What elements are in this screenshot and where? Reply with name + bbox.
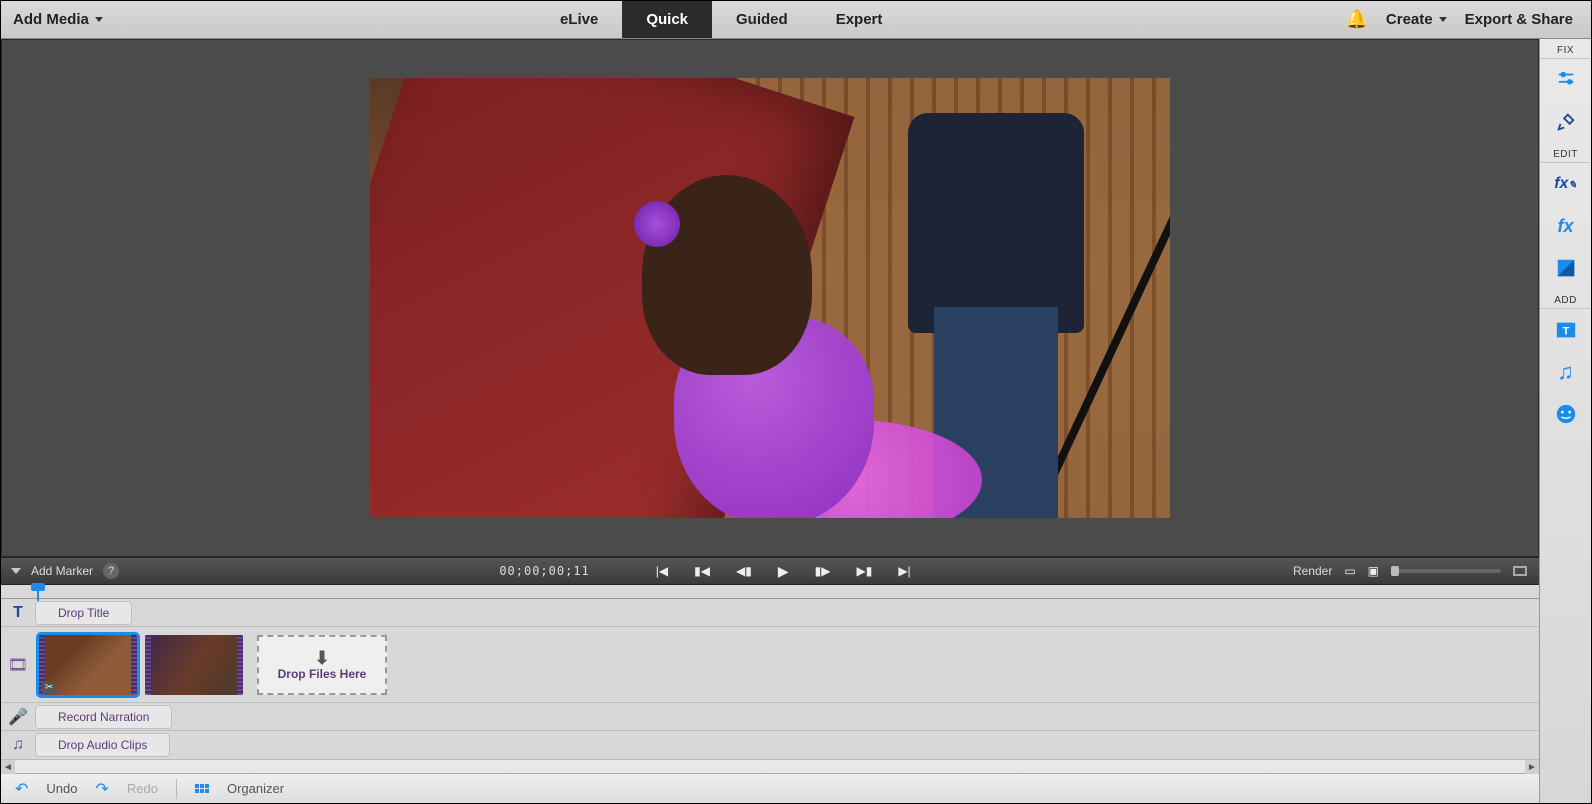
fx-icon[interactable]: fx	[1547, 205, 1585, 247]
scroll-right-arrow-icon[interactable]: ►	[1525, 760, 1539, 774]
transport-bar: Add Marker ? 00;00;00;11 |◀ ▮◀ ◀▮ ▶ ▮▶ ▶…	[1, 557, 1539, 585]
goto-end-button[interactable]: ▶|	[898, 564, 910, 578]
drop-files-zone[interactable]: ⬇ Drop Files Here	[257, 635, 387, 695]
goto-start-button[interactable]: |◀	[656, 564, 668, 578]
tools-icon[interactable]	[1547, 101, 1585, 143]
drop-audio-zone[interactable]: Drop Audio Clips	[35, 733, 170, 757]
viewer-column: Add Marker ? 00;00;00;11 |◀ ▮◀ ◀▮ ▶ ▮▶ ▶…	[1, 39, 1539, 803]
add-media-menu[interactable]: Add Media	[13, 11, 103, 28]
mode-elive[interactable]: eLive	[536, 1, 622, 38]
preview-monitor[interactable]	[1, 39, 1539, 557]
export-share-button[interactable]: Export & Share	[1465, 11, 1573, 28]
add-media-label: Add Media	[13, 11, 89, 28]
graphics-smiley-icon[interactable]	[1547, 393, 1585, 435]
transitions-icon[interactable]	[1547, 247, 1585, 289]
scroll-left-arrow-icon[interactable]: ◄	[1, 760, 15, 774]
mode-quick[interactable]: Quick	[622, 1, 712, 38]
svg-text:T: T	[1562, 326, 1569, 338]
titles-icon[interactable]: T	[1547, 309, 1585, 351]
loop-icon[interactable]: ▣	[1368, 564, 1379, 578]
fullscreen-icon[interactable]	[1513, 566, 1527, 576]
top-menubar: Add Media eLive Quick Guided Expert 🔔 Cr…	[1, 1, 1591, 39]
mode-guided[interactable]: Guided	[712, 1, 812, 38]
caret-down-icon	[95, 17, 103, 22]
export-label: Export & Share	[1465, 11, 1573, 28]
safe-margins-icon[interactable]: ▭	[1344, 564, 1355, 578]
organizer-grid-icon[interactable]	[195, 784, 209, 793]
redo-icon[interactable]: ↷	[95, 779, 108, 799]
music-icon[interactable]: ♫	[1547, 351, 1585, 393]
redo-button[interactable]: Redo	[127, 781, 158, 796]
fx-edit-icon[interactable]: fx✎	[1547, 163, 1585, 205]
disclosure-triangle-icon[interactable]	[11, 568, 21, 574]
help-icon[interactable]: ?	[103, 563, 119, 579]
download-arrow-icon: ⬇	[314, 649, 329, 667]
title-track-icon: T	[1, 604, 35, 622]
undo-button[interactable]: Undo	[46, 781, 77, 796]
clip-1[interactable]: ✂	[39, 635, 137, 695]
main-area: Add Marker ? 00;00;00;11 |◀ ▮◀ ◀▮ ▶ ▮▶ ▶…	[1, 39, 1591, 803]
step-forward-button[interactable]: ▮▶	[815, 564, 831, 578]
add-marker-button[interactable]: Add Marker	[31, 564, 93, 578]
preview-frame	[370, 78, 1170, 518]
step-back-button[interactable]: ◀▮	[736, 564, 752, 578]
undo-icon[interactable]: ↶	[15, 779, 28, 799]
app-window: Add Media eLive Quick Guided Expert 🔔 Cr…	[0, 0, 1592, 804]
scissors-icon[interactable]: ✂	[42, 682, 56, 693]
audio-track-icon: ♫	[1, 736, 35, 754]
panel-section-add: ADD	[1540, 289, 1591, 309]
narration-track-icon: 🎤	[1, 707, 35, 727]
prev-edit-button[interactable]: ▮◀	[694, 564, 710, 578]
mode-expert[interactable]: Expert	[812, 1, 907, 38]
adjust-sliders-icon[interactable]	[1547, 59, 1585, 101]
panel-section-fix: FIX	[1540, 39, 1591, 59]
panel-section-edit: EDIT	[1540, 143, 1591, 163]
video-track-icon: 🎞	[1, 655, 35, 675]
playhead[interactable]	[31, 583, 45, 597]
quick-timeline: T Drop Title 🎞 ✂ ⬇ Drop Files Here	[1, 599, 1539, 759]
clip-2[interactable]	[145, 635, 243, 695]
bottom-bar: ↶ Undo ↷ Redo Organizer	[1, 773, 1539, 803]
drop-title-zone[interactable]: Drop Title	[35, 601, 132, 625]
next-edit-button[interactable]: ▶▮	[856, 564, 872, 578]
timecode-display[interactable]: 00;00;00;11	[499, 564, 589, 578]
create-label: Create	[1386, 11, 1433, 28]
timeline-hscrollbar[interactable]: ◄ ►	[1, 759, 1539, 773]
time-ruler[interactable]	[1, 585, 1539, 599]
right-tool-panel: FIX EDIT fx✎ fx ADD T ♫	[1539, 39, 1591, 803]
organizer-button[interactable]: Organizer	[227, 781, 284, 796]
separator	[176, 779, 177, 799]
notifications-bell-icon[interactable]: 🔔	[1346, 9, 1368, 30]
render-button[interactable]: Render	[1293, 564, 1332, 578]
drop-files-label: Drop Files Here	[278, 667, 367, 681]
caret-down-icon	[1439, 17, 1447, 22]
zoom-slider[interactable]	[1391, 569, 1501, 573]
play-button[interactable]: ▶	[778, 563, 789, 580]
record-narration-zone[interactable]: Record Narration	[35, 705, 172, 729]
create-menu[interactable]: Create	[1386, 11, 1447, 28]
